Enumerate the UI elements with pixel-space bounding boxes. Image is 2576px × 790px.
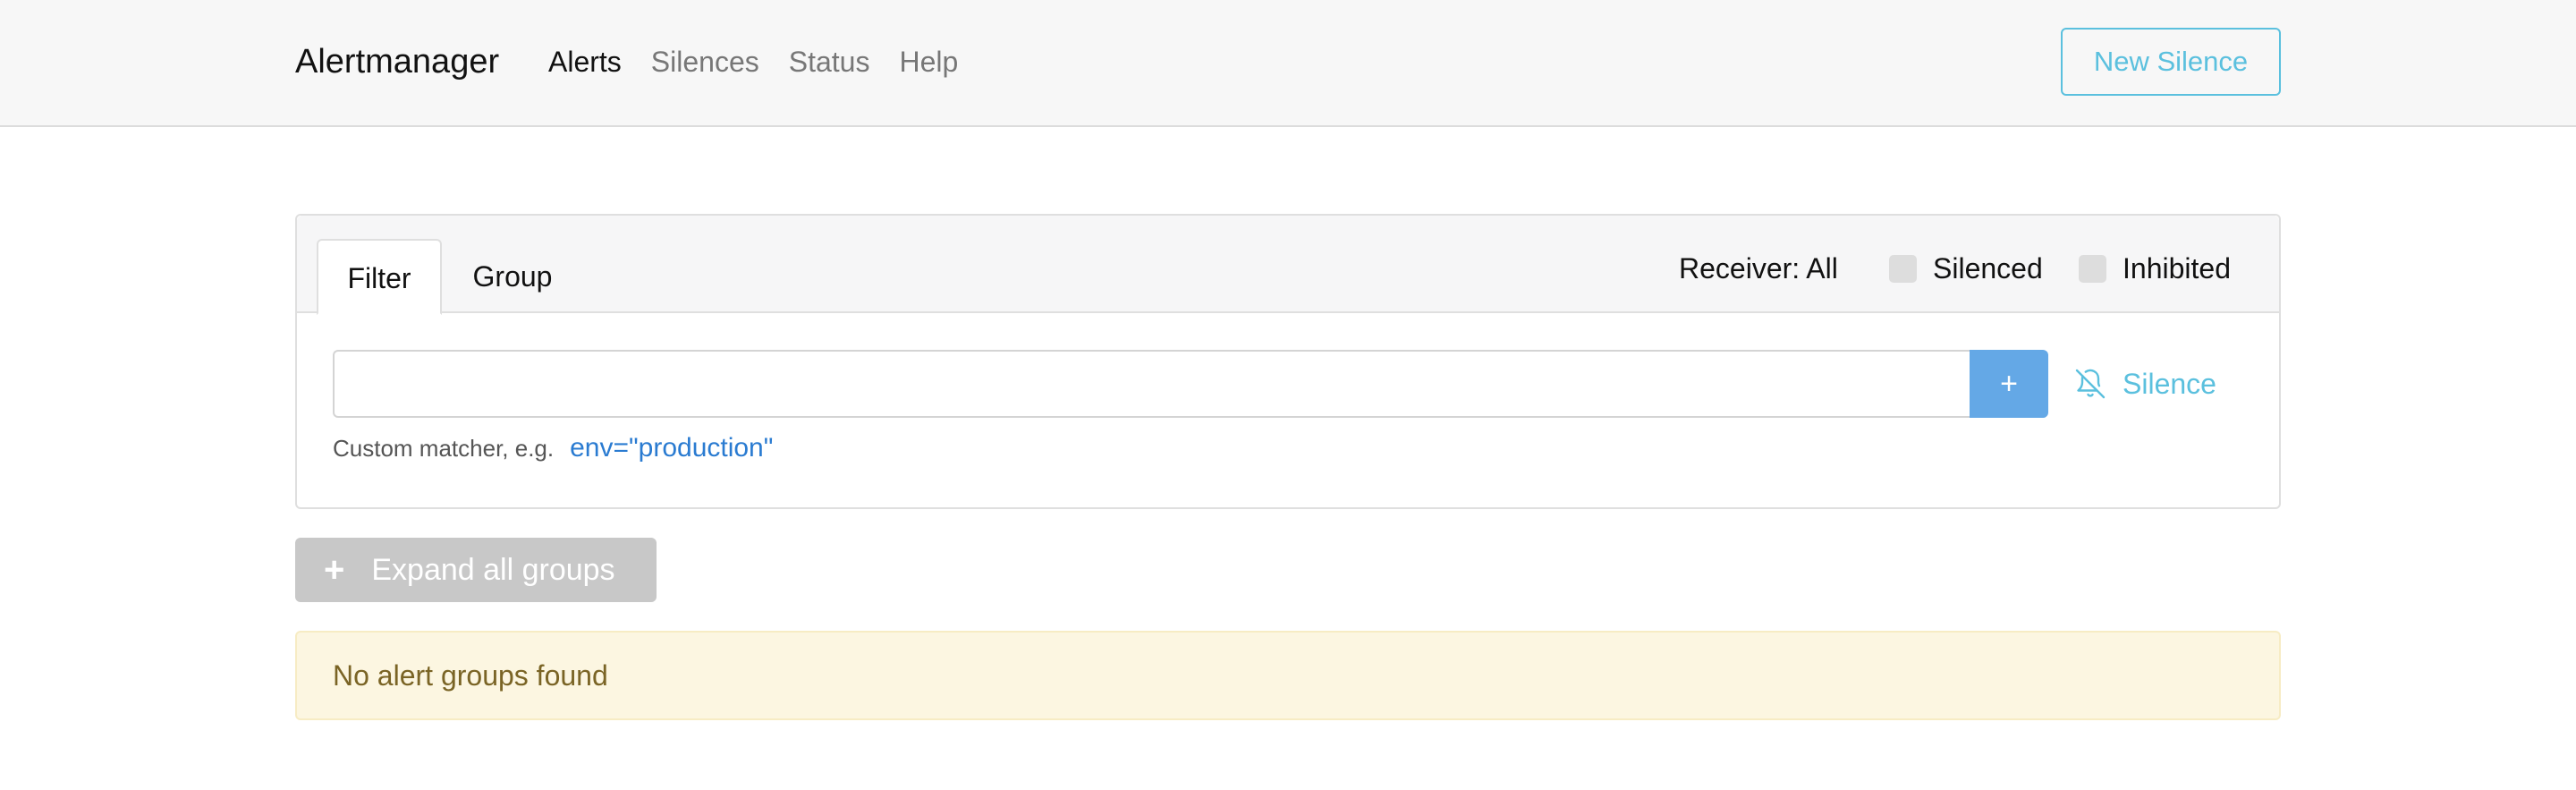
silence-link[interactable]: Silence: [2074, 359, 2216, 409]
nav-link-alerts[interactable]: Alerts: [548, 39, 622, 84]
nav-link-help[interactable]: Help: [899, 39, 958, 84]
expand-all-groups-label: Expand all groups: [371, 552, 615, 587]
silenced-checkbox-box[interactable]: [1889, 254, 1917, 283]
filter-card-header: Filter Group Receiver: All Silenced Inhi…: [297, 216, 2279, 315]
top-navbar: Alertmanager Alerts Silences Status Help…: [0, 0, 2576, 127]
tab-filter[interactable]: Filter: [317, 239, 442, 315]
filter-search-input[interactable]: [333, 350, 1971, 418]
expand-all-groups-button[interactable]: + Expand all groups: [295, 538, 657, 602]
matcher-hint: Custom matcher, e.g. env="production": [333, 430, 773, 466]
inhibited-checkbox-box[interactable]: [2079, 254, 2106, 283]
add-filter-button[interactable]: +: [1970, 350, 2048, 418]
brand-title[interactable]: Alertmanager: [295, 39, 499, 84]
no-alert-groups-message: No alert groups found: [295, 631, 2281, 720]
bell-slash-icon: [2075, 369, 2106, 399]
inhibited-checkbox[interactable]: Inhibited: [2079, 248, 2231, 289]
tab-group[interactable]: Group: [456, 239, 569, 315]
new-silence-button[interactable]: New Silence: [2061, 28, 2281, 96]
nav-link-status[interactable]: Status: [789, 39, 870, 84]
nav-link-silences[interactable]: Silences: [651, 39, 759, 84]
silence-link-label: Silence: [2123, 367, 2216, 400]
silenced-checkbox[interactable]: Silenced: [1889, 248, 2043, 289]
matcher-hint-text: Custom matcher, e.g.: [333, 435, 555, 462]
nav-links: Alerts Silences Status Help: [548, 39, 958, 84]
silenced-checkbox-label: Silenced: [1933, 252, 2043, 285]
inhibited-checkbox-label: Inhibited: [2123, 252, 2231, 285]
filter-card: Filter Group Receiver: All Silenced Inhi…: [295, 214, 2281, 509]
receiver-dropdown[interactable]: Receiver: All: [1679, 248, 1838, 289]
matcher-hint-example[interactable]: env="production": [570, 430, 773, 466]
plus-icon: +: [324, 550, 345, 590]
